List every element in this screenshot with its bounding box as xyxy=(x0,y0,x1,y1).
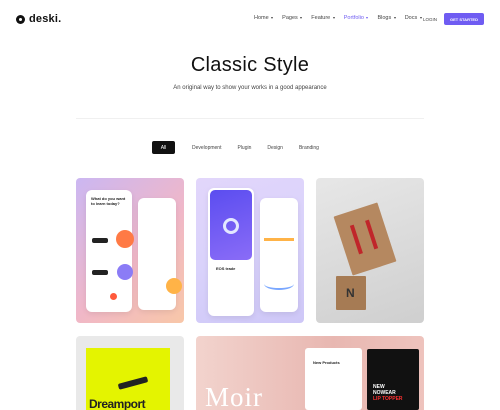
nav-item-docs[interactable]: Docs xyxy=(405,15,422,21)
nav-item-home[interactable]: Home xyxy=(254,15,274,21)
filter-plugin[interactable]: Plugin xyxy=(229,141,259,154)
chevron-down-icon xyxy=(300,17,303,19)
filter-branding[interactable]: Branding xyxy=(291,141,327,154)
brand-name: deski. xyxy=(29,13,62,25)
illustration-shape xyxy=(166,278,182,294)
moir-brand-text: Moir xyxy=(205,382,263,410)
illustration-ring xyxy=(223,218,239,234)
filter-all[interactable]: All xyxy=(152,141,175,154)
page-subtitle: An original way to show your works in a … xyxy=(173,85,327,91)
chevron-down-icon xyxy=(271,17,274,19)
brand-logo[interactable]: deski. xyxy=(16,13,61,25)
portfolio-card-packaging[interactable]: N xyxy=(316,178,424,323)
chevron-down-icon xyxy=(393,17,396,19)
chevron-down-icon xyxy=(366,17,369,19)
shop-title: New Products xyxy=(313,360,340,365)
portfolio-card-trade-app[interactable] xyxy=(196,178,304,323)
main-menu: Home Pages Feature Portfolio Blogs Docs xyxy=(254,15,422,21)
promo-line: LIP TOPPER xyxy=(373,395,403,402)
stat-bar xyxy=(264,238,294,241)
lip-promo-text: NEW NOWEAR LIP TOPPER xyxy=(373,384,403,402)
logo-icon xyxy=(16,14,25,24)
card-app-label: EOS trade xyxy=(216,266,236,271)
nav-item-portfolio[interactable]: Portfolio xyxy=(344,15,369,21)
portfolio-filter-bar: All Development Plugin Design Branding xyxy=(152,141,327,154)
chevron-down-icon xyxy=(332,17,335,19)
line-graph xyxy=(264,278,294,290)
app-button xyxy=(92,270,108,275)
nav-item-blogs[interactable]: Blogs xyxy=(377,15,396,21)
box-monogram: N xyxy=(346,286,355,300)
card-question-text: What do you want to learn today? xyxy=(91,196,126,206)
app-button xyxy=(92,238,108,243)
nav-item-pages[interactable]: Pages xyxy=(282,15,303,21)
filter-design[interactable]: Design xyxy=(259,141,291,154)
poster-text: Dreamport xyxy=(89,397,146,410)
filter-development[interactable]: Development xyxy=(184,141,229,154)
phone-mockup xyxy=(260,198,298,312)
section-divider xyxy=(76,118,424,119)
top-navbar: deski. Home Pages Feature Portfolio Blog… xyxy=(0,0,500,38)
play-icon xyxy=(110,293,117,300)
get-started-button[interactable]: GET STARTED xyxy=(444,13,484,25)
chevron-down-icon xyxy=(419,17,422,19)
phone-mockup xyxy=(86,190,132,312)
nav-item-feature[interactable]: Feature xyxy=(311,15,335,21)
page-title: Classic Style xyxy=(190,54,310,76)
illustration-shape xyxy=(116,230,134,248)
shop-mockup xyxy=(305,348,362,410)
login-link[interactable]: LOGIN xyxy=(423,17,437,22)
illustration-shape xyxy=(117,264,133,280)
